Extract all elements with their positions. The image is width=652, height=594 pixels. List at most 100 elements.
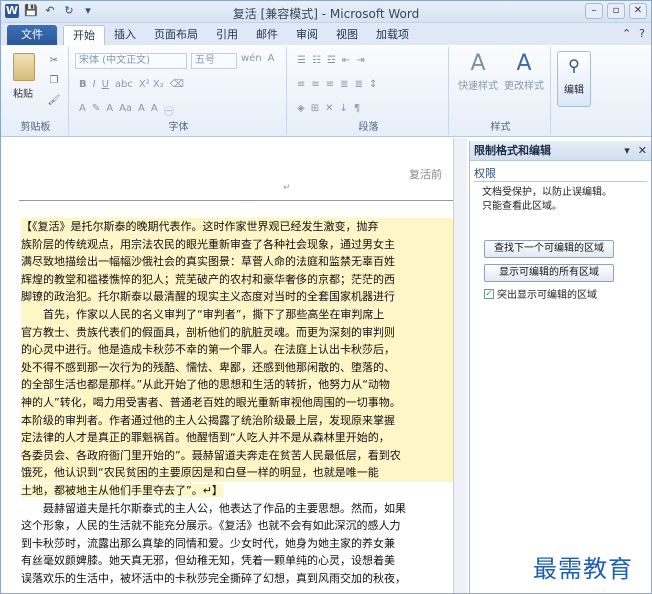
paste-button[interactable]: 粘贴 bbox=[13, 85, 33, 100]
header-text: 复活前 bbox=[409, 168, 442, 181]
align-right-icon[interactable]: ≡ bbox=[326, 79, 334, 90]
copy-icon[interactable]: ❐ bbox=[47, 75, 61, 87]
tab-home[interactable]: 开始 bbox=[63, 25, 105, 45]
phonetic-guide-icon[interactable]: wén bbox=[241, 53, 262, 64]
header-divider bbox=[19, 200, 453, 201]
document-page[interactable]: ↵ 复活前 【《复活》是托尔斯泰的晚期代表作。这时作家世界观已经发生激变，抛弃 … bbox=[1, 138, 453, 593]
multilevel-icon[interactable]: ☲ bbox=[327, 55, 336, 66]
align-row: ≡ ≡ ≡ ≣ ≣ ↕ bbox=[297, 79, 377, 90]
quick-styles-label: 快速样式 bbox=[458, 81, 498, 92]
show-marks-icon[interactable]: ¶ bbox=[354, 103, 360, 114]
vertical-scrollbar[interactable] bbox=[453, 138, 467, 593]
restrict-editing-pane: 限制格式和编辑 ▾ ✕ 权限 文档受保护，以防止误编辑。 只能查看此区域。 查找… bbox=[469, 141, 651, 593]
watermark-logo: 最需教育 bbox=[533, 555, 633, 583]
clear-format-icon[interactable]: ⌫ bbox=[170, 79, 184, 90]
increase-indent-icon[interactable]: ⇥ bbox=[356, 55, 364, 66]
permissions-section: 权限 bbox=[474, 165, 647, 182]
decrease-indent-icon[interactable]: ⇤ bbox=[342, 55, 350, 66]
minimize-ribbon-icon[interactable]: ⌃ bbox=[622, 27, 631, 40]
tab-insert[interactable]: 插入 bbox=[105, 25, 145, 45]
tab-view[interactable]: 视图 bbox=[327, 25, 367, 45]
minimize-button[interactable]: – bbox=[585, 3, 603, 19]
tab-references[interactable]: 引用 bbox=[207, 25, 247, 45]
numbering-icon[interactable]: ☷ bbox=[312, 55, 321, 66]
paragraph-label: 段落 bbox=[358, 122, 379, 133]
tab-review[interactable]: 审阅 bbox=[287, 25, 327, 45]
underline-button[interactable]: U bbox=[102, 79, 109, 90]
group-paragraph: ☰ ☷ ☲ ⇤ ⇥ ≡ ≡ ≡ ≣ ≣ ↕ ◈ ⊞ ✕ ↓ ¶ 段落 bbox=[289, 47, 449, 135]
shrink-font-icon[interactable]: A bbox=[151, 103, 158, 118]
align-left-icon[interactable]: ≡ bbox=[297, 79, 305, 90]
pane-close-icon[interactable]: ✕ bbox=[638, 141, 647, 161]
strikethrough-icon[interactable]: abc bbox=[115, 79, 133, 90]
doc-line-end: 土地，都被地主从他们手里夺去了”。↵】 bbox=[21, 483, 223, 497]
borders-icon[interactable]: ⊞ bbox=[311, 103, 319, 114]
enclose-char-icon[interactable]: ㊀ bbox=[164, 103, 174, 118]
doc-line: 误落欢乐的生活中，被坏活中的卡秋莎完全撕碎了幻想，真到风雨交加的秋夜， bbox=[21, 571, 406, 585]
pane-options-icon[interactable]: ▾ bbox=[624, 141, 630, 161]
change-styles-label: 更改样式 bbox=[504, 81, 544, 92]
tab-page-layout[interactable]: 页面布局 bbox=[145, 25, 207, 45]
doc-line: 【《复活》是托尔斯泰的晚期代表作。这时作家世界观已经发生激变，抛弃 bbox=[21, 218, 453, 236]
group-styles: A 快速样式 A 更改样式 样式 bbox=[451, 47, 551, 135]
line-spacing-icon[interactable]: ↕ bbox=[369, 79, 377, 90]
tab-add-ins[interactable]: 加载项 bbox=[367, 25, 418, 45]
doc-line: 的心灵中进行。他是造成卡秋莎不幸的第一个罪人。在法庭上认出卡秋莎后， bbox=[21, 341, 453, 359]
grow-font-icon[interactable]: A bbox=[138, 103, 145, 118]
paste-icon[interactable] bbox=[13, 53, 35, 81]
doc-line: 到卡秋莎时，流露出那么真挚的同情和爱。少女时代，她身为她主家的养女兼 bbox=[21, 536, 395, 550]
ribbon-right-controls: ⌃ ? bbox=[622, 27, 645, 40]
italic-button[interactable]: I bbox=[93, 79, 96, 90]
doc-line: 脚镣的政治犯。托尔斯泰以最清醒的现实主义态度对当时的全套国家机器进行 bbox=[21, 288, 453, 306]
group-editing: ⚲ 编辑 bbox=[553, 47, 599, 135]
highlight-editable-checkbox[interactable]: ✓ bbox=[484, 288, 494, 299]
font-size-combo[interactable]: 五号 bbox=[191, 53, 237, 69]
pane-title: 限制格式和编辑 bbox=[474, 144, 551, 157]
highlight-icon[interactable]: ✎ bbox=[92, 103, 100, 118]
format-painter-icon[interactable]: 🖌 bbox=[47, 95, 61, 107]
doc-line: 满尽致地描绘出一幅幅沙俄社会的真实图景：草菅人命的法庭和监禁无辜百姓 bbox=[21, 253, 453, 271]
bold-button[interactable]: B bbox=[79, 79, 87, 90]
font-label: 字体 bbox=[168, 122, 189, 133]
edit-button[interactable]: ⚲ 编辑 bbox=[557, 51, 591, 107]
change-case-icon[interactable]: Aa bbox=[119, 103, 132, 118]
chinese-layout-icon[interactable]: ✕ bbox=[325, 103, 333, 114]
cut-icon[interactable]: ✂ bbox=[47, 55, 61, 67]
doc-line: 首先，作家以人民的名义审判了“审判者”，撕下了那些高坐在审判席上 bbox=[21, 305, 453, 324]
show-all-editable-button[interactable]: 显示可编辑的所有区域 bbox=[484, 264, 614, 282]
char-border-icon[interactable]: A bbox=[268, 53, 275, 64]
doc-line: 神的人”转化，喝力用受害者、普通老百姓的眼光重新审视他周围的一切事物。 bbox=[21, 393, 453, 412]
find-next-editable-button[interactable]: 查找下一个可编辑的区域 bbox=[484, 240, 614, 258]
highlight-editable-checkbox-row[interactable]: ✓ 突出显示可编辑的区域 bbox=[484, 286, 651, 301]
sup-sub-icon[interactable]: X² X₂ bbox=[139, 79, 164, 90]
close-button[interactable]: ✕ bbox=[629, 3, 647, 19]
shading-icon[interactable]: ◈ bbox=[297, 103, 305, 114]
word-window: W 💾 ↶ ↻ ▾ 复活 [兼容模式] - Microsoft Word – ▫… bbox=[0, 0, 652, 594]
pane-header: 限制格式和编辑 ▾ ✕ bbox=[470, 141, 651, 161]
doc-line: 聂赫留道夫是托尔斯泰式的主人公，他表达了作品的主要思想。然而，如果 bbox=[43, 501, 406, 515]
quick-styles-button[interactable]: A 快速样式 bbox=[455, 51, 501, 92]
doc-line: 的全部生活也都是那样。”从此开始了他的思想和生活的转折，他努力从“动物 bbox=[21, 376, 453, 394]
doc-line: 处不得不感到那一次行为的残酷、懦怯、卑鄙，还感到他那闲散的、堕落的、 bbox=[21, 358, 453, 377]
font-name-combo[interactable]: 宋体 (中文正文) bbox=[75, 53, 187, 69]
help-icon[interactable]: ? bbox=[639, 27, 645, 40]
tab-mailings[interactable]: 邮件 bbox=[247, 25, 287, 45]
pane-desc-2: 只能查看此区域。 bbox=[482, 201, 562, 212]
change-styles-button[interactable]: A 更改样式 bbox=[501, 51, 547, 92]
doc-line: 土地，都被地主从他们手里夺去了”。↵】 bbox=[21, 482, 453, 500]
tab-file[interactable]: 文件 bbox=[7, 25, 57, 45]
document-body[interactable]: 【《复活》是托尔斯泰的晚期代表作。这时作家世界观已经发生激变，抛弃 族阶层的传统… bbox=[21, 218, 453, 587]
font-format-row: B I U abc X² X₂ ⌫ bbox=[79, 79, 184, 90]
doc-line: 辉煌的教堂和褴褛憔悴的犯人；荒芜破产的农村和豪华奢侈的京都；茫茫的西 bbox=[21, 270, 453, 289]
justify-icon[interactable]: ≣ bbox=[340, 79, 348, 90]
text-effect-icon[interactable]: A bbox=[79, 103, 86, 118]
highlight-editable-label: 突出显示可编辑的区域 bbox=[497, 290, 597, 301]
restore-button[interactable]: ▫ bbox=[607, 3, 625, 19]
doc-line: 本阶级的审判者。作者通过他的主人公揭露了统治阶级最上层，发现原来掌握 bbox=[21, 411, 453, 430]
sort-icon[interactable]: ↓ bbox=[339, 103, 347, 114]
bullets-icon[interactable]: ☰ bbox=[297, 55, 306, 66]
distributed-icon[interactable]: ≣ bbox=[355, 79, 363, 90]
title-bar: W 💾 ↶ ↻ ▾ 复活 [兼容模式] - Microsoft Word – ▫… bbox=[1, 1, 651, 23]
align-center-icon[interactable]: ≡ bbox=[311, 79, 319, 90]
font-color-icon[interactable]: A bbox=[106, 103, 113, 118]
